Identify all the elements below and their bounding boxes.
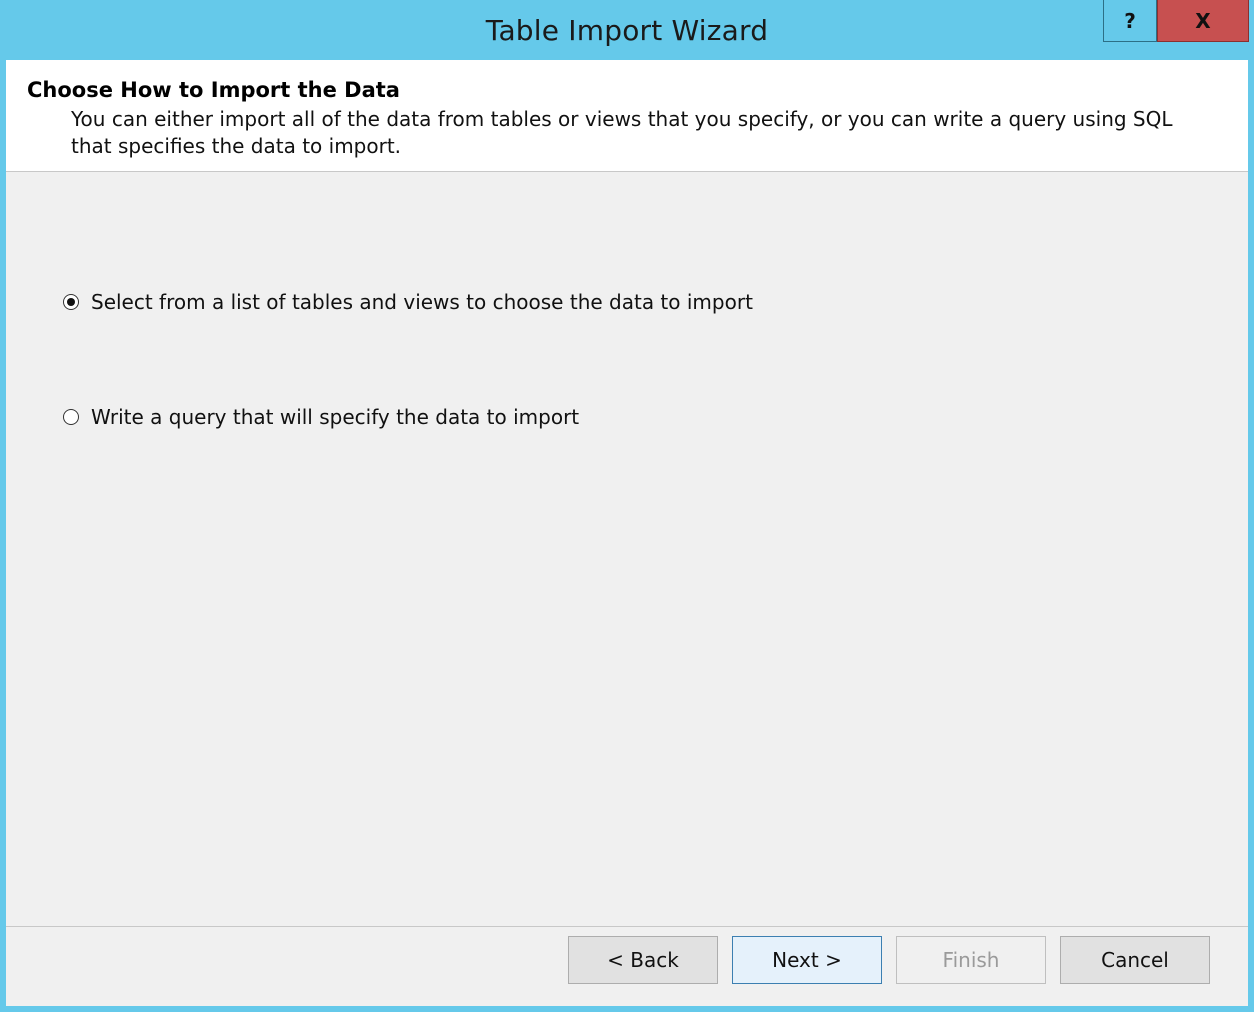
help-icon: ?: [1124, 8, 1136, 33]
header-panel: Choose How to Import the Data You can ei…: [6, 60, 1248, 172]
help-button[interactable]: ?: [1103, 0, 1157, 42]
page-description: You can either import all of the data fr…: [71, 107, 1173, 158]
option-select-tables-label[interactable]: Select from a list of tables and views t…: [91, 290, 753, 314]
back-button[interactable]: < Back: [568, 936, 718, 984]
wizard-body: Choose How to Import the Data You can ei…: [6, 60, 1248, 1006]
next-button[interactable]: Next >: [732, 936, 882, 984]
option-write-query[interactable]: Write a query that will specify the data…: [63, 405, 579, 429]
option-select-tables[interactable]: Select from a list of tables and views t…: [63, 290, 753, 314]
option-write-query-label[interactable]: Write a query that will specify the data…: [91, 405, 579, 429]
page-title: Choose How to Import the Data: [27, 78, 400, 102]
close-icon: X: [1195, 8, 1211, 33]
finish-button[interactable]: Finish: [896, 936, 1046, 984]
radio-write-query[interactable]: [63, 409, 79, 425]
wizard-window: Table Import Wizard ? X Choose How to Im…: [0, 0, 1254, 1012]
window-title: Table Import Wizard: [485, 14, 769, 47]
close-button[interactable]: X: [1157, 0, 1249, 42]
radio-select-tables[interactable]: [63, 294, 79, 310]
title-bar[interactable]: Table Import Wizard ? X: [0, 0, 1254, 60]
footer-divider: [6, 926, 1248, 927]
cancel-button[interactable]: Cancel: [1060, 936, 1210, 984]
